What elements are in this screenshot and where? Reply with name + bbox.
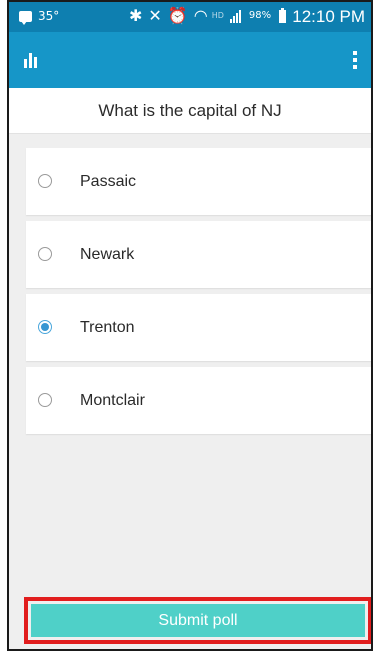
option-label: Montclair — [80, 391, 145, 409]
temperature-text: 35° — [38, 9, 60, 23]
option-label: Trenton — [80, 318, 135, 336]
submit-poll-button[interactable]: Submit poll — [31, 604, 365, 637]
option-label: Newark — [80, 245, 135, 263]
wifi-icon: ◠ — [193, 6, 208, 25]
option-passaic[interactable]: Passaic — [26, 148, 371, 215]
radio-button-selected[interactable] — [38, 320, 52, 334]
signal-icon — [229, 9, 241, 23]
bluetooth-icon: ✱ — [129, 6, 143, 25]
status-icons: ✱ ✕ ⏰ ◠ HD 98% — [129, 6, 287, 26]
message-icon — [19, 10, 32, 25]
battery-percent: 98% — [248, 10, 272, 21]
radio-button[interactable] — [38, 174, 52, 188]
hd-icon: HD — [211, 11, 224, 20]
status-left: 35° — [19, 9, 60, 25]
app-bar — [9, 32, 371, 88]
status-bar: 35° ✱ ✕ ⏰ ◠ HD 98% 12:10 PM — [9, 2, 371, 32]
submit-highlight: Submit poll — [24, 597, 371, 644]
bar-chart-icon[interactable] — [19, 49, 41, 71]
phone-screen: 35° ✱ ✕ ⏰ ◠ HD 98% 12:10 PM What is the … — [7, 0, 373, 651]
poll-question: What is the capital of NJ — [9, 88, 371, 134]
alarm-icon: ⏰ — [167, 6, 188, 25]
option-label: Passaic — [80, 172, 137, 190]
option-montclair[interactable]: Montclair — [26, 367, 371, 434]
option-newark[interactable]: Newark — [26, 221, 371, 288]
mute-icon: ✕ — [148, 6, 162, 25]
poll-options: Passaic Newark Trenton Montclair — [26, 148, 371, 440]
radio-button[interactable] — [38, 247, 52, 261]
overflow-menu-icon[interactable] — [345, 46, 365, 74]
option-trenton[interactable]: Trenton — [26, 294, 371, 361]
radio-button[interactable] — [38, 393, 52, 407]
status-clock: 12:10 PM — [292, 7, 365, 26]
battery-icon — [279, 7, 287, 23]
